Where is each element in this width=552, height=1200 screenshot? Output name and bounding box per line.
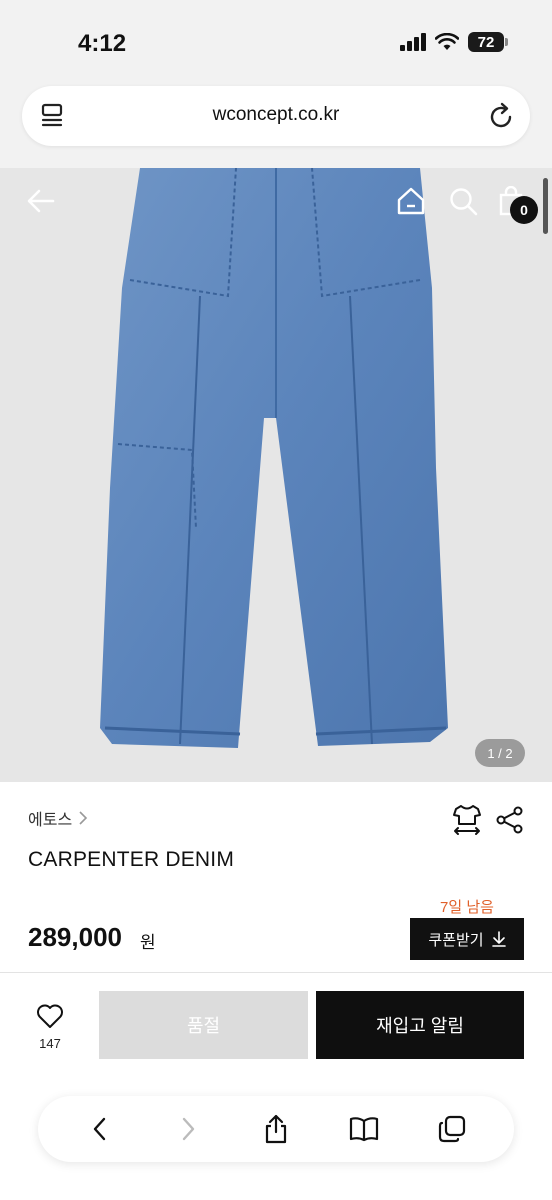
share-icon[interactable] [496,806,524,834]
browser-tabs-button[interactable] [432,1109,472,1149]
home-icon[interactable] [396,186,426,216]
cellular-signal-icon [400,33,426,51]
browser-toolbar [38,1096,514,1162]
battery-level: 72 [477,33,495,51]
status-bar: 4:12 72 [0,0,552,88]
coupon-download-button[interactable]: 쿠폰받기 [410,918,524,960]
page-scrollbar[interactable] [543,178,548,234]
chevron-left-icon [93,1117,106,1141]
brand-name: 에토스 [28,812,73,829]
coupon-deadline: 7일 남음 [440,899,494,916]
status-icons: 72 [400,32,508,52]
product-price: 289,000 [28,922,122,952]
search-icon[interactable] [448,186,478,216]
battery-indicator: 72 [468,32,508,52]
heart-icon [37,1004,63,1028]
cart-count-badge[interactable]: 0 [510,196,538,224]
purchase-bar: 147 품절 재입고 알림 [0,973,552,1200]
product-image[interactable] [0,168,552,782]
reload-icon[interactable] [488,101,516,131]
download-icon [491,931,506,947]
url-text[interactable]: wconcept.co.kr [22,104,530,126]
product-info: 에토스 CARPENTER DENIM 289,000 원 7일 남음 쿠폰받기 [0,782,552,972]
price-currency: 원 [140,933,156,952]
status-time: 4:12 [78,30,127,57]
book-icon [349,1117,379,1142]
product-title: CARPENTER DENIM [28,848,235,871]
restock-alert-button[interactable]: 재입고 알림 [316,991,524,1059]
tabs-icon [438,1115,466,1143]
denim-pants-photo [100,168,448,748]
like-button[interactable]: 147 [28,1003,72,1051]
address-bar[interactable]: wconcept.co.kr [22,86,530,146]
browser-bookmarks-button[interactable] [344,1109,384,1149]
back-arrow-icon[interactable] [26,186,56,216]
wifi-icon [435,33,459,50]
sold-out-button: 품절 [99,991,308,1059]
image-pager: 1 / 2 [475,739,525,767]
share-upload-icon [265,1114,287,1144]
chevron-right-icon [182,1117,195,1141]
browser-back-button[interactable] [80,1109,120,1149]
chevron-right-icon [79,811,88,825]
browser-forward-button[interactable] [168,1109,208,1149]
browser-share-button[interactable] [256,1109,296,1149]
coupon-button-label: 쿠폰받기 [428,931,484,949]
brand-link[interactable]: 에토스 [28,806,88,830]
size-guide-icon[interactable] [452,804,482,836]
like-count: 147 [39,1036,61,1051]
